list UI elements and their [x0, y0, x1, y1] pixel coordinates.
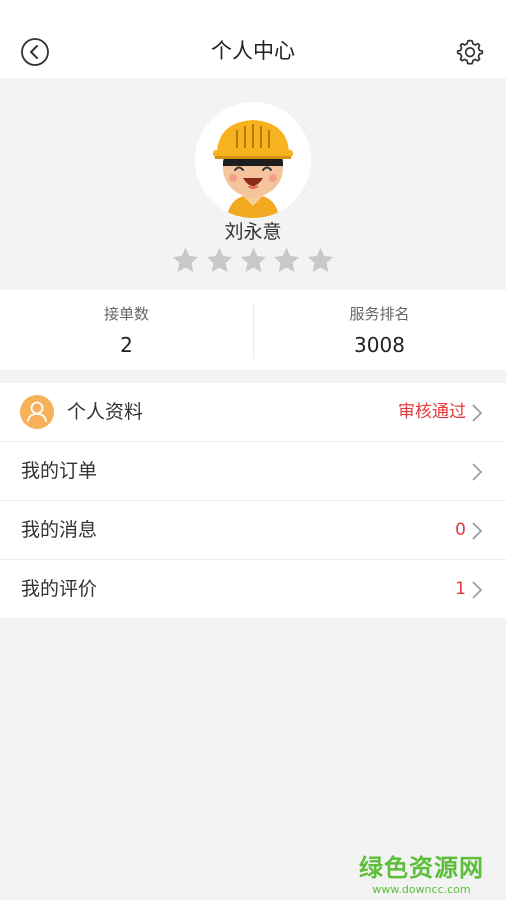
stat-label: 接单数 [103, 305, 149, 323]
user-icon [20, 395, 54, 429]
menu-label: 我的评价 [21, 578, 98, 600]
menu-item-orders[interactable]: 我的订单 [0, 442, 506, 501]
review-count: 1 [455, 579, 466, 599]
top-bar: 个人中心 [0, 0, 506, 78]
star-icon [240, 247, 266, 272]
avatar[interactable] [195, 102, 311, 218]
user-name: 刘永意 [224, 221, 282, 243]
stat-orders[interactable]: 接单数 2 [0, 290, 253, 370]
worker-avatar-icon [213, 120, 293, 218]
chevron-right-icon [472, 522, 483, 540]
rating-stars [171, 246, 335, 276]
star-icon [274, 247, 300, 272]
menu-item-reviews[interactable]: 我的评价 1 [0, 560, 506, 618]
star-icon [206, 247, 232, 272]
menu-list: 个人资料 审核通过 我的订单 我的消息 0 我的评价 1 [0, 383, 506, 618]
menu-label: 我的订单 [21, 460, 98, 482]
menu-label: 我的消息 [21, 519, 98, 541]
message-count: 0 [455, 520, 466, 540]
chevron-right-icon [472, 404, 483, 422]
watermark-logo: 绿色资源网 www.downcc.com [359, 848, 484, 896]
status-badge: 审核通过 [398, 402, 466, 422]
watermark-title: 绿色资源网 [359, 854, 484, 882]
chevron-right-icon [472, 463, 483, 481]
stat-label: 服务排名 [349, 305, 410, 323]
watermark-url: www.downcc.com [372, 883, 471, 896]
menu-item-messages[interactable]: 我的消息 0 [0, 501, 506, 560]
gear-icon[interactable] [455, 37, 485, 67]
stat-value: 3008 [354, 333, 405, 357]
profile-section: 刘永意 [0, 78, 506, 288]
stat-ranking[interactable]: 服务排名 3008 [253, 290, 506, 370]
menu-label: 个人资料 [67, 401, 144, 423]
menu-item-profile[interactable]: 个人资料 审核通过 [0, 383, 506, 442]
stats-panel: 接单数 2 服务排名 3008 [0, 290, 506, 370]
page-title: 个人中心 [211, 39, 295, 63]
star-icon [172, 247, 199, 272]
chevron-right-icon [472, 581, 483, 599]
stat-value: 2 [120, 333, 133, 357]
star-icon [307, 247, 334, 272]
